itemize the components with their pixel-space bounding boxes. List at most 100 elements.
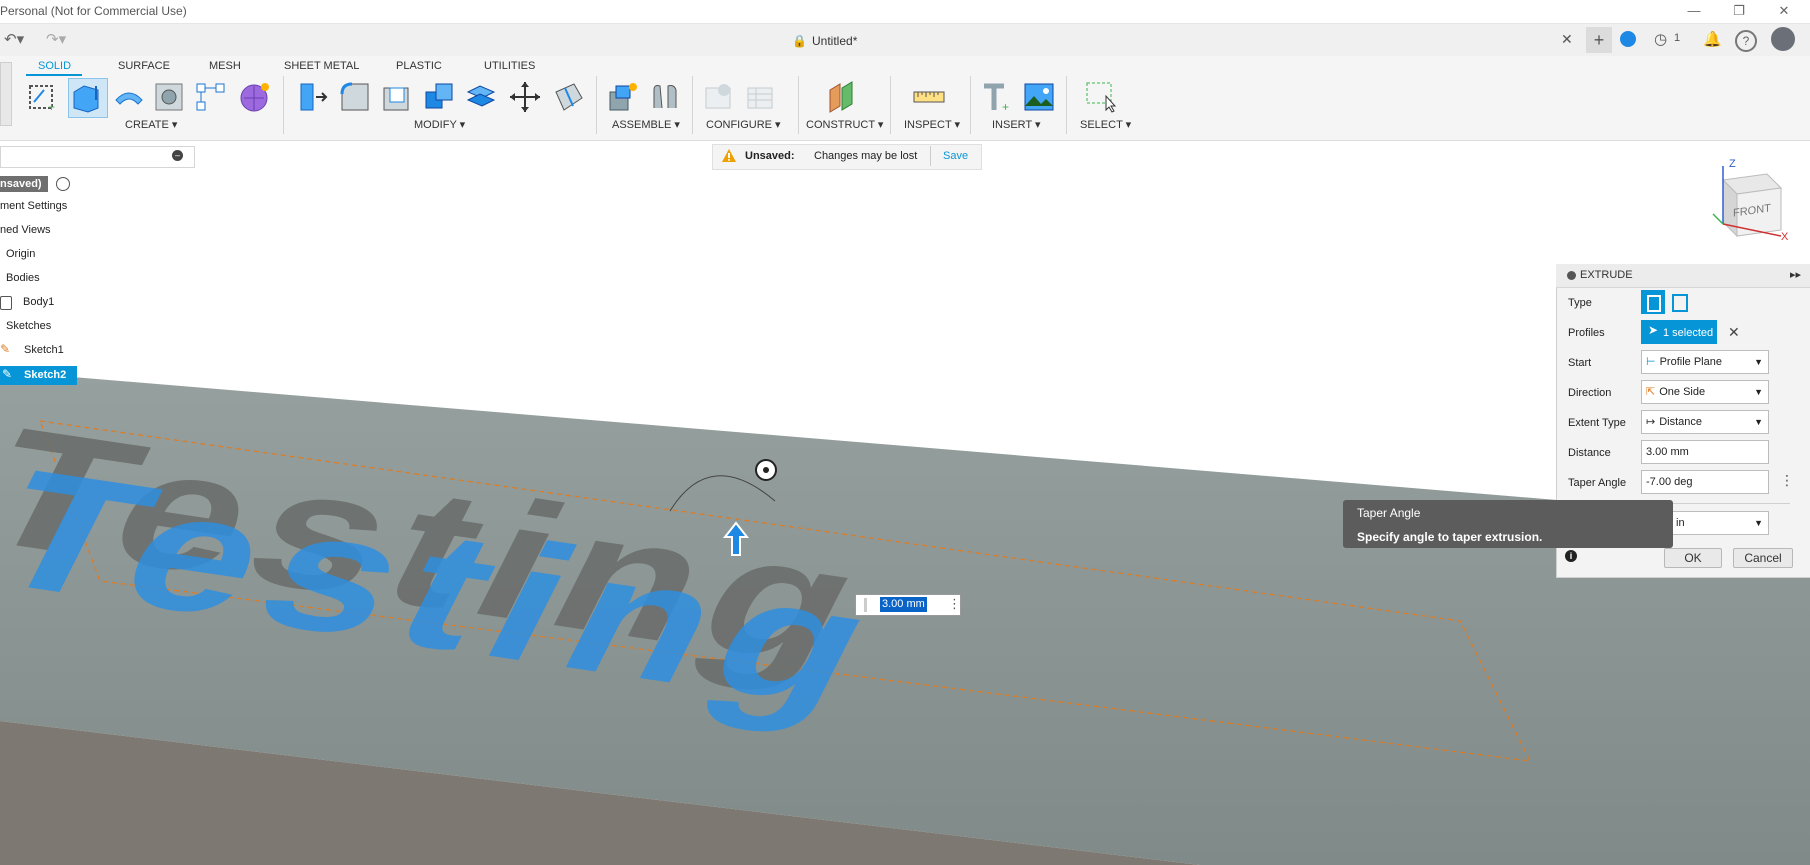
- inspect-menu[interactable]: INSPECT ▾: [904, 118, 960, 131]
- browser-item-body1[interactable]: Body1: [23, 296, 54, 308]
- browser-item-bodies[interactable]: Bodies: [6, 272, 40, 284]
- distance-inline-input[interactable]: 3.00 mm: [880, 597, 927, 612]
- more-options-icon[interactable]: ⋮: [948, 596, 961, 612]
- split-body-icon[interactable]: [552, 80, 586, 114]
- configure-table-icon: [705, 84, 731, 109]
- shell-icon[interactable]: [380, 80, 414, 114]
- insert-menu[interactable]: INSERT ▾: [992, 118, 1041, 131]
- create-sketch-icon[interactable]: +: [26, 80, 60, 114]
- hole-icon[interactable]: [152, 80, 186, 114]
- direction-dropdown[interactable]: ⇱ One Side ▼: [1641, 380, 1769, 404]
- measure-icon[interactable]: [912, 80, 946, 114]
- ok-button[interactable]: OK: [1664, 548, 1722, 568]
- extent-value: Distance: [1659, 416, 1703, 428]
- chevron-down-icon: ▼: [1754, 357, 1763, 367]
- tab-sheet-metal[interactable]: SHEET METAL: [284, 60, 359, 72]
- modify-menu[interactable]: MODIFY ▾: [414, 118, 465, 131]
- configure-rule-icon: [747, 87, 773, 109]
- fillet-icon[interactable]: [338, 80, 372, 114]
- select-menu[interactable]: SELECT ▾: [1080, 118, 1131, 131]
- design-workspace-switcher[interactable]: [0, 62, 12, 126]
- unsaved-message: Changes may be lost: [814, 150, 918, 162]
- close-tab-icon[interactable]: ✕: [1561, 31, 1573, 48]
- distance-input[interactable]: 3.00 mm: [1641, 440, 1769, 464]
- close-window-button[interactable]: ✕: [1770, 2, 1798, 20]
- browser-item-sketches[interactable]: Sketches: [6, 320, 51, 332]
- clear-selection-icon[interactable]: ✕: [1728, 324, 1740, 341]
- taper-angle-label: Taper Angle: [1568, 477, 1627, 489]
- new-component-icon[interactable]: [606, 80, 640, 114]
- collapse-dialog-icon[interactable]: [1567, 271, 1576, 280]
- notifications-icon[interactable]: 🔔: [1703, 30, 1722, 48]
- move-icon[interactable]: [508, 80, 542, 114]
- browser-item-document-settings[interactable]: ment Settings: [0, 200, 67, 212]
- tab-utilities[interactable]: UTILITIES: [484, 60, 535, 72]
- tab-mesh[interactable]: MESH: [209, 60, 241, 72]
- extensions-icon[interactable]: [1620, 31, 1636, 47]
- expand-dialog-icon[interactable]: ▸▸: [1790, 268, 1801, 281]
- minimize-button[interactable]: —: [1680, 2, 1708, 20]
- start-dropdown[interactable]: ⊢ Profile Plane ▼: [1641, 350, 1769, 374]
- taper-angle-manipulator[interactable]: [650, 451, 790, 541]
- more-options-icon[interactable]: ⋮: [1780, 472, 1794, 489]
- redo-icon[interactable]: ↷▾: [46, 30, 66, 48]
- drag-grip[interactable]: [864, 598, 867, 612]
- rectangular-pattern-icon[interactable]: [194, 80, 228, 114]
- combine-icon[interactable]: [422, 80, 456, 114]
- press-pull-icon[interactable]: [296, 80, 330, 114]
- create-menu[interactable]: CREATE ▾: [125, 118, 177, 131]
- offset-plane-icon[interactable]: [824, 80, 858, 114]
- collapse-browser-icon[interactable]: –: [172, 150, 183, 161]
- type-one-side-button[interactable]: [1641, 290, 1665, 314]
- tab-surface[interactable]: SURFACE: [118, 60, 170, 72]
- distance-inline-box[interactable]: 3.00 mm ⋮: [855, 594, 961, 616]
- revolve-icon[interactable]: [112, 80, 146, 114]
- divider: [283, 76, 284, 134]
- cancel-button[interactable]: Cancel: [1733, 548, 1793, 568]
- profile-plane-icon: ⊢: [1646, 356, 1656, 368]
- info-icon[interactable]: i: [1565, 550, 1577, 562]
- distance-arrow-icon[interactable]: [723, 521, 749, 557]
- sketch-icon: ✎: [2, 367, 13, 381]
- undo-icon[interactable]: ↶▾: [4, 30, 24, 48]
- help-icon[interactable]: ?: [1735, 30, 1757, 52]
- divider: [798, 76, 799, 134]
- create-form-icon[interactable]: [238, 80, 272, 114]
- tab-solid[interactable]: SOLID: [38, 60, 71, 72]
- type-thin-button[interactable]: [1672, 294, 1688, 312]
- taper-angle-input[interactable]: -7.00 deg: [1641, 470, 1769, 494]
- extrude-icon[interactable]: [70, 80, 104, 114]
- browser-item-sketch1[interactable]: Sketch1: [24, 344, 64, 356]
- profiles-label: Profiles: [1568, 327, 1605, 339]
- operation-value: in: [1676, 517, 1685, 529]
- unsaved-label: Unsaved:: [745, 150, 795, 162]
- extent-type-dropdown[interactable]: ↦ Distance ▼: [1641, 410, 1769, 434]
- save-link[interactable]: Save: [943, 150, 968, 162]
- sketch-icon: ✎: [0, 342, 11, 356]
- job-status-icon[interactable]: ◷: [1654, 30, 1667, 48]
- decal-icon[interactable]: +: [980, 80, 1014, 114]
- joint-icon[interactable]: [648, 80, 682, 114]
- offset-faces-icon[interactable]: [464, 80, 498, 114]
- document-title[interactable]: Untitled*: [812, 34, 857, 48]
- body-icon: [0, 296, 12, 310]
- restore-button[interactable]: ❐: [1725, 2, 1753, 20]
- active-tab-underline: [26, 74, 82, 76]
- canvas-image-icon[interactable]: [1022, 80, 1056, 114]
- avatar[interactable]: [1771, 27, 1795, 51]
- divider: [1066, 76, 1067, 134]
- construct-menu[interactable]: CONSTRUCT ▾: [806, 118, 883, 131]
- one-side-icon: ⇱: [1646, 386, 1656, 398]
- active-radio-icon[interactable]: [56, 177, 70, 191]
- configure-menu[interactable]: CONFIGURE ▾: [706, 118, 781, 131]
- new-tab-button[interactable]: +: [1586, 27, 1612, 53]
- browser-item-origin[interactable]: Origin: [6, 248, 35, 260]
- browser-item-sketch2[interactable]: Sketch2: [24, 369, 66, 381]
- distance-icon: ↦: [1646, 416, 1656, 428]
- browser-item-named-views[interactable]: ned Views: [0, 224, 51, 236]
- browser-root[interactable]: nsaved): [0, 176, 48, 192]
- divider: [692, 76, 693, 134]
- tab-plastic[interactable]: PLASTIC: [396, 60, 442, 72]
- window-select-icon[interactable]: [1084, 80, 1118, 114]
- assemble-menu[interactable]: ASSEMBLE ▾: [612, 118, 680, 131]
